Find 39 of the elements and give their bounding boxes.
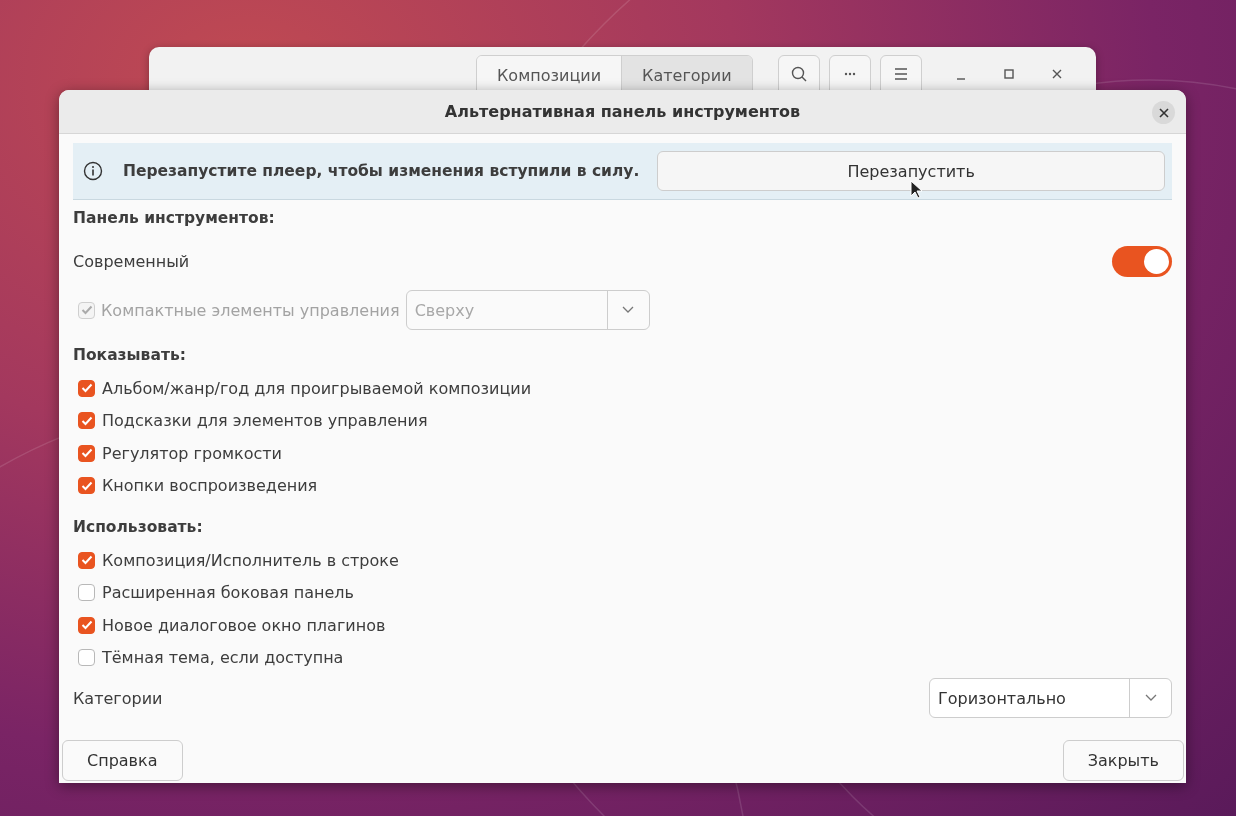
dialog-title: Альтернативная панель инструментов: [444, 102, 801, 121]
search-icon: [790, 66, 807, 82]
checkbox[interactable]: [78, 444, 95, 462]
setting-label: Современный: [73, 252, 190, 271]
info-icon: [83, 161, 103, 181]
menu-icon: [892, 66, 909, 82]
checkbox[interactable]: [78, 477, 95, 495]
dropdown[interactable]: Горизонтально: [929, 678, 1172, 718]
section-heading: Показывать:: [73, 345, 187, 366]
info-message: Перезапустите плеер, чтобы изменения вступили в силу.: [123, 162, 640, 180]
section-heading: Панель инструментов:: [73, 208, 276, 229]
checkbox[interactable]: [78, 584, 95, 602]
dialog-button[interactable]: Закрыть: [1062, 740, 1184, 781]
checkbox-label[interactable]: Кнопки воспроизведения: [102, 476, 318, 496]
minimize-icon: [955, 78, 966, 80]
checkbox-label[interactable]: Регулятор громкости: [102, 443, 282, 463]
checkbox[interactable]: [78, 379, 95, 397]
menu-button[interactable]: [879, 55, 922, 93]
checkbox-label[interactable]: Расширенная боковая панель: [102, 583, 354, 603]
close-icon: [1051, 69, 1062, 79]
restart-button[interactable]: Перезапустить: [657, 151, 1165, 191]
checkbox-label[interactable]: Тёмная тема, если доступна: [102, 648, 344, 668]
checkbox-label[interactable]: Композиция/Исполнитель в строке: [102, 550, 399, 570]
close-icon: [1158, 107, 1169, 118]
close-button[interactable]: [1152, 101, 1175, 124]
checkbox-label[interactable]: Подсказки для элементов управления: [102, 411, 428, 431]
checkbox-label[interactable]: Альбом/жанр/год для проигрываемой композиции: [102, 378, 532, 398]
checkbox[interactable]: [78, 649, 95, 667]
setting-label: Категории: [73, 688, 163, 708]
dialog-button[interactable]: Справка: [62, 740, 183, 781]
checkbox[interactable]: [78, 551, 95, 569]
toggle-switch[interactable]: [1112, 246, 1172, 277]
checkbox-label[interactable]: Новое диалоговое окно плагинов: [102, 615, 386, 635]
section-heading: Использовать:: [73, 517, 204, 538]
maximize-icon: [1003, 69, 1014, 79]
mouse-pointer-icon: [910, 180, 922, 200]
search-button[interactable]: [777, 55, 820, 93]
checkbox[interactable]: [78, 412, 95, 430]
checkbox[interactable]: [78, 616, 95, 634]
